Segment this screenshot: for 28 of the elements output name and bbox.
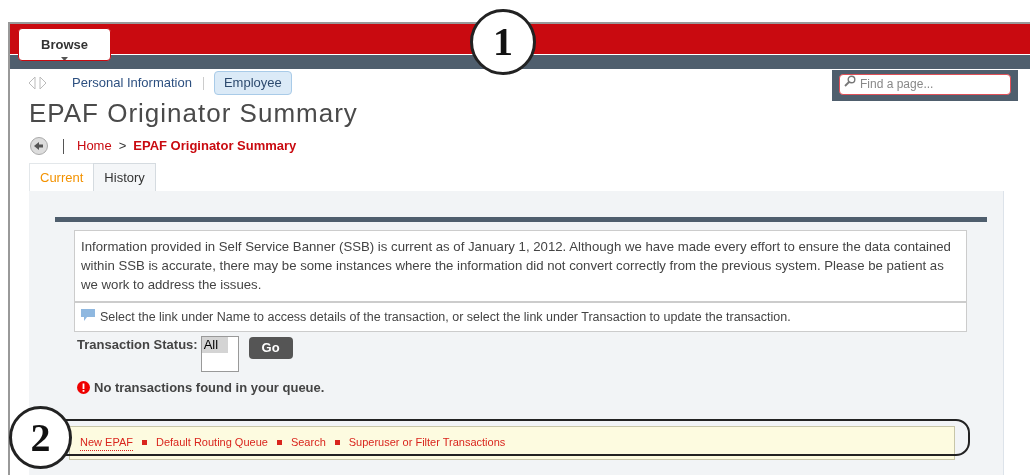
error-icon bbox=[77, 381, 90, 395]
bullet-icon bbox=[142, 440, 147, 445]
action-link[interactable]: New EPAF bbox=[80, 433, 133, 452]
nav-link[interactable]: Employee bbox=[213, 71, 292, 95]
breadcrumb-current: EPAF Originator Summary bbox=[133, 137, 297, 156]
search-field[interactable]: Find a page... bbox=[839, 73, 1011, 95]
bullet-icon bbox=[276, 440, 282, 445]
breadcrumb-separator: > bbox=[118, 137, 127, 156]
nav-link[interactable]: Personal Information bbox=[71, 72, 193, 94]
bullet-icon bbox=[334, 440, 340, 445]
comment-icon bbox=[81, 309, 95, 321]
browse-button[interactable]: Browse bbox=[18, 28, 111, 61]
info-message: Information provided in Self Service Banner (SSB) is current as of January 1, 2012. Although we have made every effort to ensure the data contained within SSB is accurate, there may be some instances where the information did not convert correctly from the previous system. Please be patient as we work to address the issues. bbox=[80, 238, 952, 294]
listbox-option[interactable]: All bbox=[201, 337, 228, 353]
page-title: EPAF Originator Summary bbox=[28, 97, 359, 130]
action-link[interactable]: Superuser or Filter Transactions bbox=[348, 434, 506, 451]
error-message: No transactions found in your queue. bbox=[94, 379, 325, 397]
status-listbox[interactable]: All bbox=[200, 336, 239, 372]
back-icon[interactable] bbox=[30, 137, 48, 155]
tab[interactable]: History bbox=[93, 163, 156, 191]
field-label: Transaction Status: bbox=[77, 336, 198, 354]
search-icon bbox=[844, 75, 856, 87]
breadcrumb-link[interactable]: Home bbox=[77, 136, 112, 156]
action-link[interactable]: Default Routing Queue bbox=[156, 434, 268, 451]
note-text: Select the link under Name to access details of the transaction, or select the link under Transaction to update the transaction. bbox=[100, 309, 791, 325]
go-button[interactable]: Go bbox=[248, 337, 293, 359]
callout-number: 1 bbox=[470, 9, 536, 75]
action-link[interactable]: Search bbox=[290, 434, 326, 451]
